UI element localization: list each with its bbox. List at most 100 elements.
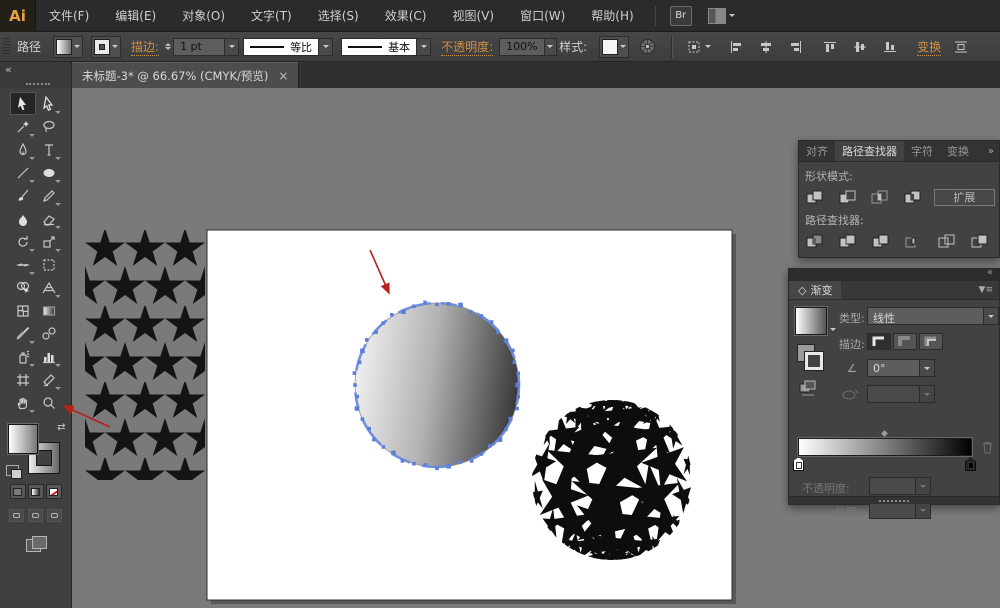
- crop-button[interactable]: [902, 232, 926, 250]
- blob-brush-tool[interactable]: [10, 207, 36, 230]
- merge-button[interactable]: [869, 232, 893, 250]
- stroke-within-button[interactable]: [867, 333, 891, 350]
- align-left-button[interactable]: [729, 40, 743, 54]
- align-middle-button[interactable]: [853, 40, 867, 54]
- reverse-gradient-icon[interactable]: [799, 380, 819, 396]
- tab-gradient[interactable]: ◇ 渐变: [789, 281, 841, 299]
- variable-width-profile-select[interactable]: 等比: [243, 38, 333, 56]
- draw-inside-button[interactable]: [47, 509, 62, 522]
- menu-help[interactable]: 帮助(H): [578, 0, 646, 32]
- opacity-panel-link[interactable]: 不透明度:: [441, 38, 493, 56]
- gradient-tool[interactable]: [36, 299, 62, 322]
- tab-character[interactable]: 字符: [904, 141, 940, 161]
- controlbar-grip[interactable]: [3, 38, 10, 56]
- align-top-button[interactable]: [823, 40, 837, 54]
- none-mode-button[interactable]: [46, 484, 62, 499]
- gradient-slider[interactable]: [798, 438, 972, 456]
- distribute-spacing-button[interactable]: [953, 40, 969, 54]
- screen-mode-button[interactable]: [26, 536, 46, 552]
- width-tool[interactable]: [10, 253, 36, 276]
- align-center-button[interactable]: [759, 40, 773, 54]
- panel-overflow-icon[interactable]: »: [983, 141, 999, 161]
- menu-type[interactable]: 文字(T): [238, 0, 305, 32]
- intersect-button[interactable]: [868, 188, 892, 206]
- column-graph-tool[interactable]: [36, 345, 62, 368]
- divide-button[interactable]: [803, 232, 827, 250]
- menu-object[interactable]: 对象(O): [169, 0, 238, 32]
- menu-effect[interactable]: 效果(C): [372, 0, 440, 32]
- selection-tool[interactable]: [10, 92, 36, 115]
- ellipse-tool[interactable]: [36, 161, 62, 184]
- close-icon[interactable]: ×: [278, 69, 288, 83]
- stroke-color-picker[interactable]: [91, 36, 121, 58]
- outline-button[interactable]: [935, 232, 959, 250]
- blend-tool[interactable]: [36, 322, 62, 345]
- magic-wand-tool[interactable]: [10, 115, 36, 138]
- bridge-button[interactable]: Br: [670, 6, 692, 26]
- align-to-selector[interactable]: [687, 40, 711, 54]
- opacity-field[interactable]: 100%: [499, 38, 557, 56]
- panel-resize-grip[interactable]: [789, 496, 999, 504]
- perspective-grid-tool[interactable]: [36, 276, 62, 299]
- default-fill-stroke-icon[interactable]: [6, 465, 19, 476]
- tab-transform[interactable]: 变换: [940, 141, 976, 161]
- color-mode-button[interactable]: [10, 484, 26, 499]
- toolbar-grip[interactable]: [26, 83, 50, 85]
- eraser-tool[interactable]: [36, 207, 62, 230]
- pencil-tool[interactable]: [36, 184, 62, 207]
- artboard-tool[interactable]: [10, 368, 36, 391]
- trim-button[interactable]: [836, 232, 860, 250]
- tab-pathfinder[interactable]: 路径查找器: [835, 141, 904, 161]
- line-segment-tool[interactable]: [10, 161, 36, 184]
- align-right-button[interactable]: [789, 40, 803, 54]
- menu-select[interactable]: 选择(S): [305, 0, 372, 32]
- fill-indicator[interactable]: [8, 424, 38, 454]
- menu-edit[interactable]: 编辑(E): [102, 0, 169, 32]
- symbol-sprayer-tool[interactable]: [10, 345, 36, 368]
- free-transform-tool[interactable]: [36, 253, 62, 276]
- gradient-swatch[interactable]: [795, 307, 827, 335]
- fill-color-picker[interactable]: [53, 36, 83, 58]
- transform-panel-link[interactable]: 变换: [917, 38, 941, 56]
- scale-tool[interactable]: [36, 230, 62, 253]
- align-bottom-button[interactable]: [883, 40, 897, 54]
- minus-back-button[interactable]: [968, 232, 992, 250]
- collapse-panel-icon[interactable]: «: [5, 63, 12, 76]
- workspace-switcher[interactable]: [708, 8, 735, 24]
- slice-tool[interactable]: [36, 368, 62, 391]
- gradient-stop-black[interactable]: [965, 457, 976, 471]
- document-tab[interactable]: 未标题-3* @ 66.67% (CMYK/预览) ×: [72, 62, 299, 88]
- gradient-fill-stroke-toggle[interactable]: [797, 344, 825, 372]
- star-pattern-tile[interactable]: [85, 230, 205, 480]
- type-tool[interactable]: [36, 138, 62, 161]
- recolor-artwork-button[interactable]: [639, 38, 656, 55]
- eyedropper-tool[interactable]: [10, 322, 36, 345]
- unite-button[interactable]: [803, 188, 827, 206]
- pen-tool[interactable]: [10, 138, 36, 161]
- paintbrush-tool[interactable]: [10, 184, 36, 207]
- chevron-down-icon[interactable]: [830, 328, 836, 334]
- gradient-mode-button[interactable]: [28, 484, 44, 499]
- collapse-panel-icon[interactable]: «: [987, 267, 993, 278]
- hand-tool[interactable]: [10, 391, 36, 414]
- stroke-weight-field[interactable]: 1 pt: [173, 38, 239, 56]
- expand-button[interactable]: 扩展: [934, 189, 995, 206]
- gradient-midpoint-handle[interactable]: [880, 429, 890, 439]
- menu-file[interactable]: 文件(F): [36, 0, 102, 32]
- tab-align[interactable]: 对齐: [799, 141, 835, 161]
- stroke-weight-stepper[interactable]: [165, 40, 171, 53]
- gradient-angle-select[interactable]: 0°: [867, 359, 935, 377]
- exclude-button[interactable]: [901, 188, 925, 206]
- shape-builder-tool[interactable]: [10, 276, 36, 299]
- brush-definition-select[interactable]: 基本: [341, 38, 431, 56]
- gradient-type-select[interactable]: 线性: [867, 307, 999, 325]
- rotate-tool[interactable]: [10, 230, 36, 253]
- panel-menu-icon[interactable]: ▼≡: [973, 281, 999, 299]
- lasso-tool[interactable]: [36, 115, 62, 138]
- stroke-across-button[interactable]: [919, 333, 943, 350]
- mesh-tool[interactable]: [10, 299, 36, 322]
- draw-behind-button[interactable]: [28, 509, 43, 522]
- stroke-along-button[interactable]: [893, 333, 917, 350]
- minus-front-button[interactable]: [836, 188, 860, 206]
- menu-window[interactable]: 窗口(W): [507, 0, 578, 32]
